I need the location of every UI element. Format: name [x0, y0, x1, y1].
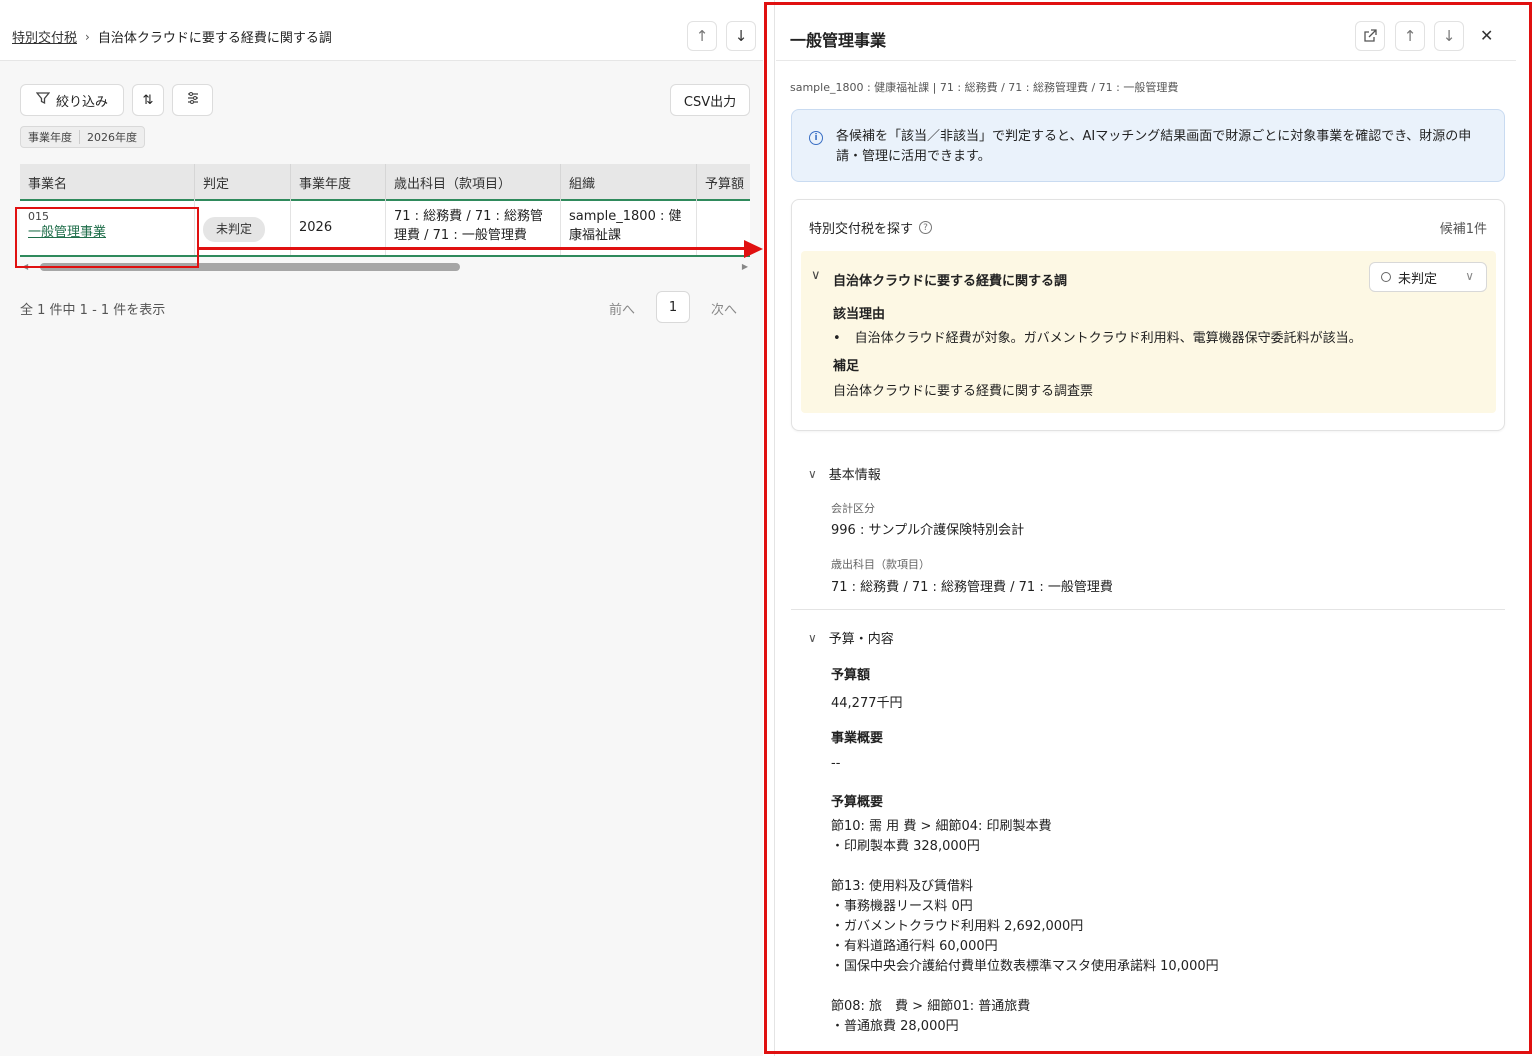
candidate-title[interactable]: 自治体クラウドに要する経費に関する調 [833, 270, 1067, 289]
column-header[interactable]: 事業名 [20, 164, 195, 201]
filter-button[interactable]: 絞り込み [20, 84, 124, 116]
pager-prev-button[interactable]: 前へ [609, 299, 635, 318]
basic-info-heading: 基本情報 [828, 468, 881, 483]
chevron-down-icon: ∨ [1465, 269, 1474, 283]
status-select[interactable]: 未判定 ∨ [1369, 262, 1487, 292]
filter-button-label: 絞り込み [55, 94, 108, 110]
list-panel: 特別交付税 › 自治体クラウドに要する経費に関する調 ↑ ↓ 絞り込み ⇅ CS… [0, 0, 763, 1056]
overview-value: -- [831, 756, 841, 771]
org-line: sample_1800 : 健 [569, 209, 682, 224]
candidate-count: 候補1件 [1439, 222, 1487, 237]
budget-summary-label: 予算概要 [831, 795, 884, 810]
reason-text: 自治体クラウド経費が対象。ガバメントクラウド利用料、電算機器保守委託料が該当。 [854, 331, 1362, 346]
list-header: 特別交付税 › 自治体クラウドに要する経費に関する調 ↑ ↓ [0, 0, 763, 61]
info-banner: i 各候補を「該当／非該当」で判定すると、AIマッチング結果画面で財源ごとに対象… [791, 109, 1505, 182]
search-card-heading: 特別交付税を探す ? [809, 218, 933, 237]
highlight-arrow-line [199, 247, 748, 250]
budget-line: ・事務機器リース料 0円 [831, 899, 973, 914]
budget-line: 節08: 旅 費 > 細節01: 普通旅費 [831, 999, 1031, 1014]
status-circle-icon [1381, 272, 1391, 282]
column-header[interactable]: 判定 [195, 164, 291, 201]
breadcrumb-current: 自治体クラウドに要する経費に関する調 [97, 31, 332, 46]
chevron-down-icon: ∨ [808, 630, 817, 645]
status-select-value: 未判定 [1398, 271, 1438, 287]
account-line: 71 : 総務費 / 71 : 総務管 [394, 209, 544, 224]
pager-next-button[interactable]: 次へ [711, 299, 737, 318]
section-divider [791, 609, 1505, 610]
header-divider [776, 60, 1516, 61]
account-value: 996 : サンプル介護保険特別会計 [831, 523, 1025, 538]
sort-icon: ⇅ [142, 92, 154, 108]
close-icon[interactable]: ✕ [1480, 26, 1493, 45]
expense-value: 71 : 総務費 / 71 : 総務管理費 / 71 : 一般管理費 [831, 580, 1113, 595]
search-card-title: 特別交付税を探す [809, 222, 914, 237]
note-text: 自治体クラウドに要する経費に関する調査票 [833, 384, 1094, 399]
chevron-down-icon: ∨ [808, 466, 817, 481]
detail-title: 一般管理事業 [790, 31, 887, 50]
arrow-up-icon[interactable]: ↑ [687, 21, 717, 51]
budget-line: 節10: 需 用 費 > 細節04: 印刷製本費 [831, 819, 1052, 834]
budget-amount: 44,277千円 [831, 696, 903, 711]
expense-label: 歳出科目（款項目） [831, 558, 930, 571]
pager-summary: 全 1 件中 1 - 1 件を表示 [20, 303, 166, 318]
filter-chip-value: 2026年度 [87, 131, 137, 144]
column-header[interactable]: 予算額 [697, 164, 750, 201]
pager-current-page[interactable]: 1 [656, 291, 690, 323]
reason-label: 該当理由 [833, 307, 886, 322]
chevron-down-icon[interactable]: ∨ [811, 268, 821, 283]
org-line: 康福祉課 [569, 228, 622, 243]
budget-line [831, 977, 1219, 997]
sliders-icon [186, 91, 200, 109]
info-icon: i [809, 131, 823, 145]
arrow-down-icon[interactable]: ↓ [726, 21, 756, 51]
open-external-icon[interactable] [1355, 21, 1385, 51]
breadcrumb-root-link[interactable]: 特別交付税 [12, 27, 77, 46]
budget-summary: 節10: 需 用 費 > 細節04: 印刷製本費 ・印刷製本費 328,000円… [831, 817, 1219, 1037]
highlight-arrow-head [744, 240, 763, 258]
budget-line: ・印刷製本費 328,000円 [831, 839, 980, 854]
search-card: 特別交付税を探す ? 候補1件 ∨ 自治体クラウドに要する経費に関する調 未判定… [791, 199, 1505, 431]
table-header: 事業名 判定 事業年度 歳出科目（款項目） 組織 予算額 [20, 164, 750, 201]
budget-amount-label: 予算額 [831, 668, 871, 683]
budget-line: ・有料道路通行料 60,000円 [831, 939, 998, 954]
column-header[interactable]: 事業年度 [291, 164, 386, 201]
scroll-right-icon[interactable]: ▶ [742, 262, 748, 271]
status-badge: 未判定 [203, 217, 266, 242]
filter-chip[interactable]: 事業年度 2026年度 [20, 126, 145, 148]
highlight-box [15, 207, 199, 268]
arrow-up-icon[interactable]: ↑ [1395, 21, 1425, 51]
budget-line [831, 857, 1219, 877]
breadcrumb: 特別交付税 › 自治体クラウドに要する経費に関する調 [12, 27, 332, 47]
budget-line: ・ガバメントクラウド利用料 2,692,000円 [831, 919, 1084, 934]
sort-button[interactable]: ⇅ [132, 84, 164, 116]
chevron-right-icon: › [85, 29, 90, 44]
budget-section-header[interactable]: ∨ 予算・内容 [808, 628, 894, 648]
csv-export-label: CSV出力 [683, 94, 737, 110]
column-header[interactable]: 組織 [561, 164, 697, 201]
info-text: 各候補を「該当／非該当」で判定すると、AIマッチング結果画面で財源ごとに対象事業… [836, 129, 1472, 164]
filter-icon [35, 91, 51, 109]
arrow-down-icon[interactable]: ↓ [1434, 21, 1464, 51]
settings-button[interactable] [172, 84, 213, 116]
account-line: 理費 / 71 : 一般管理費 [394, 228, 527, 243]
detail-subtitle: sample_1800 : 健康福祉課 | 71 : 総務費 / 71 : 総務… [790, 81, 1179, 94]
basic-info-section-header[interactable]: ∨ 基本情報 [808, 464, 881, 484]
candidate-item: ∨ 自治体クラウドに要する経費に関する調 未判定 ∨ 該当理由 • 自治体クラウド… [801, 251, 1496, 413]
budget-heading: 予算・内容 [828, 632, 894, 647]
budget-line: 節13: 使用料及び賃借料 [831, 879, 974, 894]
note-label: 補足 [833, 359, 860, 374]
help-icon[interactable]: ? [919, 221, 933, 234]
csv-export-button[interactable]: CSV出力 [670, 84, 750, 116]
overview-label: 事業概要 [831, 731, 884, 746]
filter-chip-key: 事業年度 [28, 131, 72, 144]
budget-line: ・国保中央会介護給付費単位数表標準マスタ使用承諾料 10,000円 [831, 959, 1219, 974]
column-header[interactable]: 歳出科目（款項目） [386, 164, 561, 201]
bullet-icon: • [833, 331, 841, 346]
budget-line: ・普通旅費 28,000円 [831, 1019, 959, 1034]
account-label: 会計区分 [831, 502, 875, 515]
reason-item: • 自治体クラウド経費が対象。ガバメントクラウド利用料、電算機器保守委託料が該当。 [833, 327, 1362, 346]
